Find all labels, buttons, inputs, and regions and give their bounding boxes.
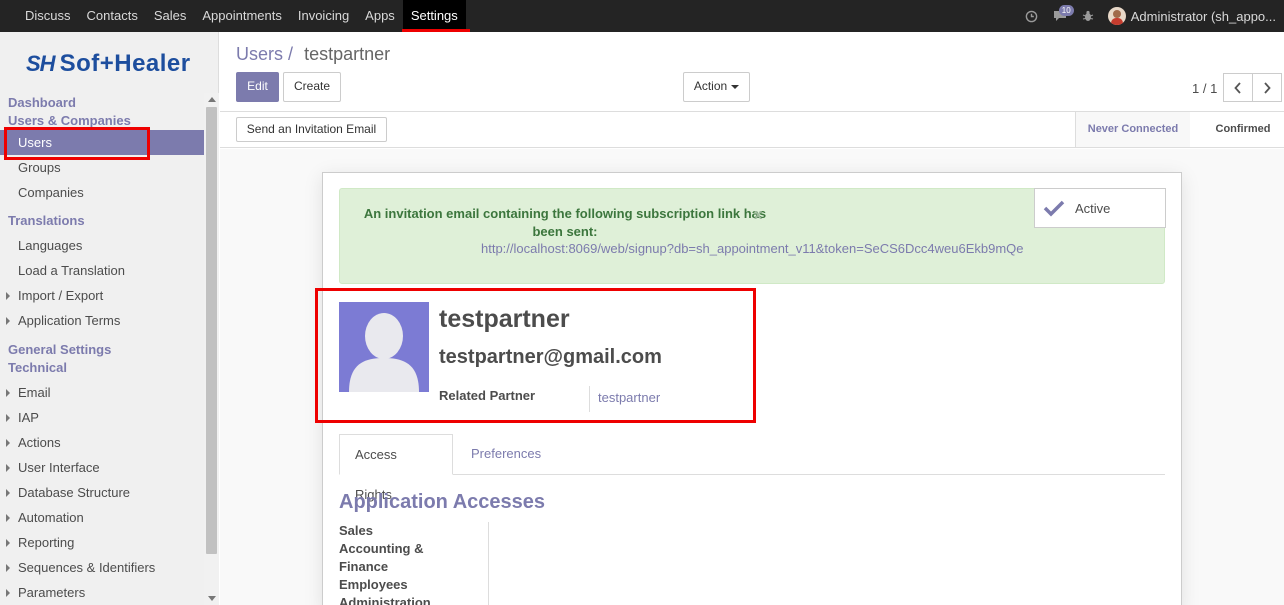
action-dropdown[interactable]: Action	[683, 72, 750, 102]
chevron-down-icon	[731, 84, 740, 89]
app-menu: Discuss Contacts Sales Appointments Invo…	[17, 0, 466, 32]
send-invitation-button[interactable]: Send an Invitation Email	[236, 117, 387, 142]
action-label: Action	[693, 79, 728, 93]
tab-preferences[interactable]: Preferences	[456, 434, 556, 475]
create-button[interactable]: Create	[283, 72, 341, 102]
close-icon[interactable]: x	[754, 206, 762, 223]
user-photo[interactable]	[339, 302, 429, 392]
tab-access-rights[interactable]: Access Rights	[339, 434, 453, 502]
checkmark-icon	[1043, 200, 1065, 217]
user-name: Administrator (sh_appo...	[1130, 8, 1276, 24]
menu-sales[interactable]: Sales	[146, 0, 195, 32]
form-statusbar: Send an Invitation Email Never Connected…	[220, 112, 1284, 148]
sidebar-item-user-interface[interactable]: User Interface	[0, 455, 204, 480]
clock-icon[interactable]	[1018, 0, 1046, 32]
section-title: Application Accesses	[339, 491, 546, 513]
sidebar-item-dashboard[interactable]: Dashboard	[0, 94, 204, 112]
related-partner-label: Related Partner	[439, 388, 536, 403]
access-item: Employees	[339, 577, 408, 592]
user-avatar	[1107, 7, 1126, 25]
sidebar-item-reporting[interactable]: Reporting	[0, 530, 204, 555]
top-navbar: Discuss Contacts Sales Appointments Invo…	[0, 0, 1284, 32]
access-items: Sales Accounting & Finance Employees Adm…	[339, 522, 489, 605]
menu-appointments[interactable]: Appointments	[194, 0, 290, 32]
control-panel: Users / testpartner Edit Create Action 1…	[220, 32, 1284, 112]
active-label: Active	[1075, 200, 1111, 216]
signup-link[interactable]: http://localhost:8069/web/signup?db=sh_a…	[481, 241, 1024, 256]
user-silhouette-icon	[349, 313, 419, 392]
sidebar-item-application-terms[interactable]: Application Terms	[0, 308, 204, 333]
sidebar-item-automation[interactable]: Automation	[0, 505, 204, 530]
sidebar-item-import-export[interactable]: Import / Export	[0, 283, 204, 308]
sidebar-item-companies[interactable]: Companies	[0, 180, 204, 205]
alert-message: An invitation email containing the follo…	[363, 206, 767, 239]
sidebar-item-database-structure[interactable]: Database Structure	[0, 480, 204, 505]
sidebar-header-users-companies[interactable]: Users & Companies	[0, 112, 204, 130]
breadcrumb-users[interactable]: Users	[236, 44, 283, 64]
company-logo: SH Sof+Healer	[26, 50, 191, 78]
user-name-field[interactable]: testpartner	[439, 305, 570, 334]
pager-previous-button[interactable]	[1223, 73, 1253, 102]
menu-discuss[interactable]: Discuss	[17, 0, 79, 32]
access-item: Accounting &	[339, 541, 424, 556]
sidebar-item-users[interactable]: Users	[0, 130, 204, 155]
user-email-field[interactable]: testpartner@gmail.com	[439, 346, 662, 369]
edit-button[interactable]: Edit	[236, 72, 279, 102]
sidebar-scrollbar[interactable]	[204, 93, 219, 605]
menu-contacts[interactable]: Contacts	[79, 0, 146, 32]
pager-value[interactable]: 1 / 1	[1192, 81, 1217, 96]
sidebar-menu: Dashboard Users & Companies Users Groups…	[0, 93, 204, 605]
breadcrumb-current: testpartner	[304, 44, 391, 64]
active-toggle-button[interactable]: Active	[1034, 188, 1166, 228]
access-item: Administration	[339, 595, 431, 605]
pager-next-button[interactable]	[1252, 73, 1282, 102]
logo-word: Sof+Healer	[59, 50, 191, 77]
user-menu[interactable]: Administrator (sh_appo...	[1102, 7, 1284, 25]
scroll-down-icon[interactable]	[208, 596, 216, 601]
menu-apps[interactable]: Apps	[357, 0, 403, 32]
sidebar-header-general-settings[interactable]: General Settings	[0, 341, 204, 359]
related-partner-link[interactable]: testpartner	[598, 390, 660, 405]
access-item: Finance	[339, 559, 389, 574]
scroll-up-icon[interactable]	[208, 97, 216, 102]
sidebar-item-languages[interactable]: Languages	[0, 233, 204, 258]
access-item: Sales	[339, 523, 373, 538]
menu-invoicing[interactable]: Invoicing	[290, 0, 357, 32]
bug-icon[interactable]	[1074, 0, 1102, 32]
chevron-right-icon	[1264, 81, 1271, 94]
sidebar-item-sequences[interactable]: Sequences & Identifiers	[0, 555, 204, 580]
sidebar-item-load-translation[interactable]: Load a Translation	[0, 258, 204, 283]
breadcrumb-separator: /	[288, 44, 294, 64]
stage-confirmed: Confirmed	[1215, 123, 1271, 135]
scroll-thumb[interactable]	[206, 107, 217, 554]
sidebar-item-actions[interactable]: Actions	[0, 430, 204, 455]
sidebar-item-parameters[interactable]: Parameters	[0, 580, 204, 605]
sidebar-header-translations[interactable]: Translations	[0, 212, 204, 230]
stage-never-connected: Never Connected	[1075, 112, 1190, 147]
sidebar: SH Sof+Healer Dashboard Users & Companie…	[0, 32, 219, 605]
form-tabs: Access Rights Preferences	[339, 434, 1165, 502]
systray: 10 Administrator (sh_appo...	[1018, 0, 1284, 32]
messages-icon[interactable]: 10	[1046, 0, 1074, 32]
logo-mark: SH	[26, 51, 56, 76]
sidebar-item-iap[interactable]: IAP	[0, 405, 204, 430]
messages-count-badge: 10	[1058, 5, 1074, 16]
sidebar-item-email[interactable]: Email	[0, 380, 204, 405]
field-divider	[589, 386, 590, 412]
chevron-left-icon	[1234, 81, 1241, 94]
sidebar-header-technical[interactable]: Technical	[0, 359, 204, 377]
breadcrumb: Users / testpartner	[236, 44, 390, 65]
menu-settings[interactable]: Settings	[402, 0, 466, 32]
sidebar-item-groups[interactable]: Groups	[0, 155, 204, 180]
